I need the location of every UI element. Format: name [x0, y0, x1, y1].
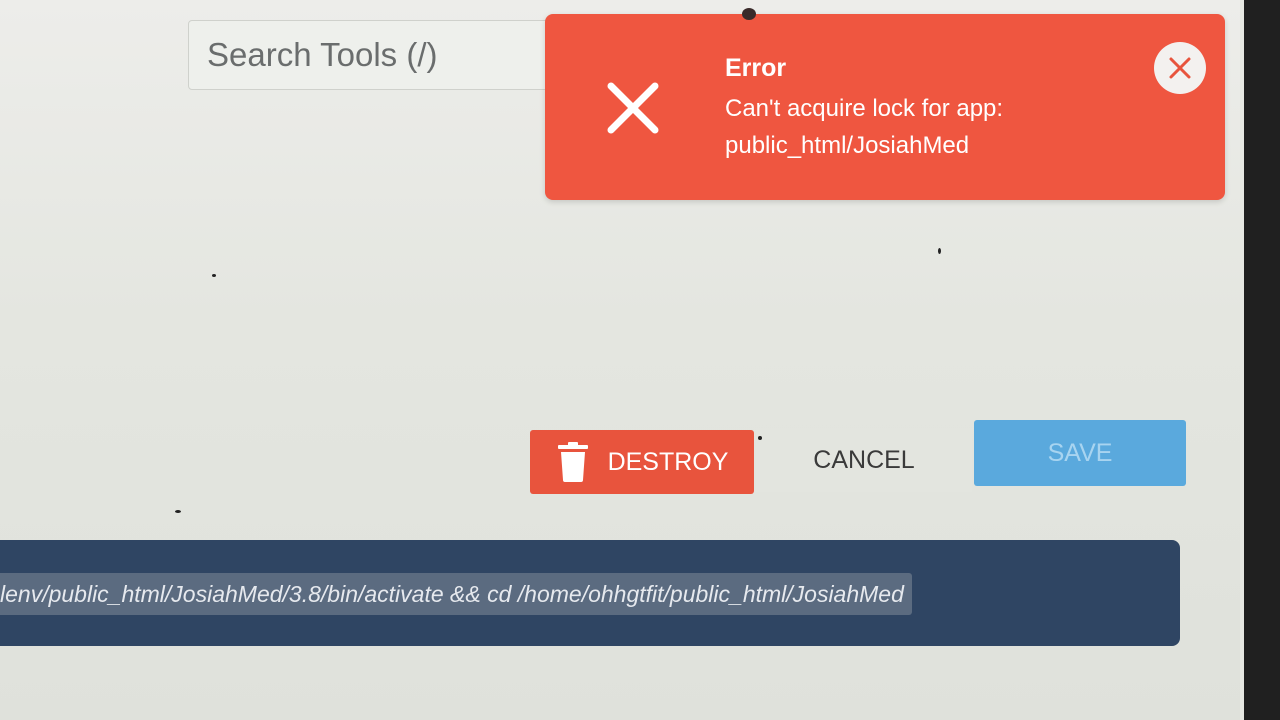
screen-speck	[758, 436, 762, 440]
error-toast: Error Can't acquire lock for app: public…	[545, 14, 1225, 200]
search-input[interactable]	[188, 20, 558, 90]
cancel-button[interactable]: CANCEL	[756, 428, 972, 492]
command-bar: lenv/public_html/JosiahMed/3.8/bin/activ…	[0, 540, 1180, 646]
save-button-label: SAVE	[1047, 438, 1113, 467]
toast-close-button[interactable]	[1154, 42, 1206, 94]
cancel-button-label: CANCEL	[813, 445, 915, 474]
screen-speck	[742, 8, 756, 20]
destroy-button-label: DESTROY	[607, 447, 729, 476]
screen-speck	[175, 510, 181, 513]
screen-speck	[938, 248, 941, 254]
screen-speck	[212, 274, 216, 277]
screen-bezel	[1244, 0, 1280, 720]
command-text: lenv/public_html/JosiahMed/3.8/bin/activ…	[0, 573, 912, 615]
close-icon	[1169, 57, 1191, 79]
toast-title: Error	[725, 54, 787, 82]
save-button[interactable]: SAVE	[974, 420, 1186, 486]
x-icon	[607, 82, 659, 134]
trash-icon	[557, 442, 588, 482]
destroy-button[interactable]: DESTROY	[530, 430, 754, 494]
toast-message: Can't acquire lock for app: public_html/…	[725, 95, 1004, 159]
